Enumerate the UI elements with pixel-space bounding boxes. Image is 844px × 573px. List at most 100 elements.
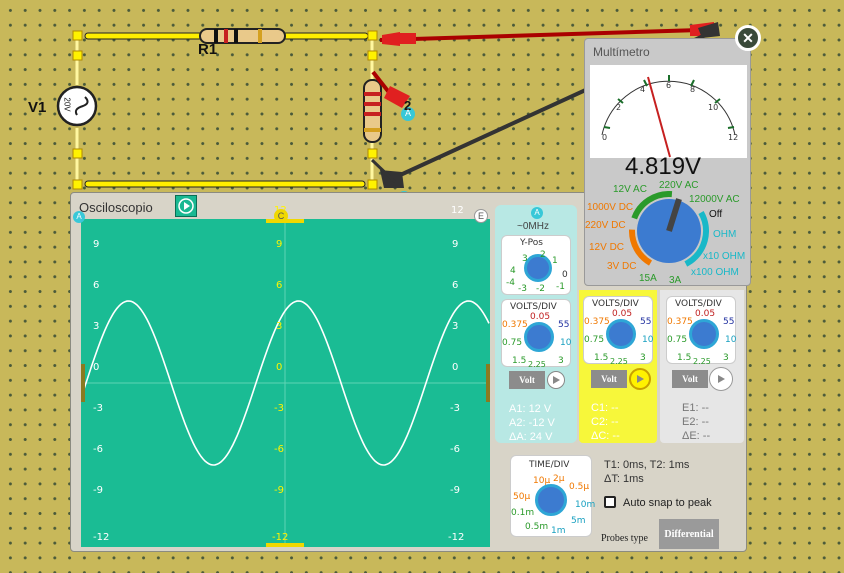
tick: 2.25 [610, 357, 628, 366]
ypos-control[interactable]: Y-Pos 3 2 1 4 0 -4 -3 -2 -1 [501, 235, 571, 295]
mode-label[interactable]: 12V DC [589, 242, 624, 253]
measurement-c1: C1: -- [591, 402, 619, 414]
play-icon [553, 376, 560, 384]
ypos-knob[interactable] [524, 254, 552, 282]
oscilloscope-screen[interactable]: 9 6 3 0 -3 -6 -9 -12 12 9 6 3 0 -3 -6 -9… [81, 205, 490, 547]
mode-label[interactable]: 220V AC [659, 180, 698, 191]
tick: 0.05 [695, 309, 716, 319]
tick: 2 [540, 250, 546, 260]
multimeter-panel[interactable]: Multímetro 0 2 4 6 8 10 12 4.819V ✕ 12V … [584, 25, 761, 286]
volts-div-knob[interactable] [689, 319, 719, 349]
tick: -9 [274, 485, 284, 496]
tick: 6 [452, 280, 459, 291]
tick: 0 [452, 362, 459, 373]
tick: 9 [452, 239, 459, 250]
play-icon [178, 198, 194, 214]
tick: -12 [448, 532, 465, 543]
tick: 0 [562, 270, 568, 280]
mode-label[interactable]: 12000V AC [689, 194, 740, 205]
measure-toggle-a[interactable] [547, 371, 565, 389]
measurement-c2: C2: -- [591, 416, 619, 428]
measure-toggle-c[interactable] [629, 368, 651, 390]
bottom-time-marker[interactable] [266, 543, 304, 547]
tick: 0.375 [584, 317, 610, 327]
tick: 0.1m [511, 508, 535, 518]
measurement-e1: E1: -- [682, 402, 709, 414]
tick: 3 [276, 321, 283, 332]
tick: 3 [723, 353, 729, 363]
probes-type-button[interactable]: Differential [659, 519, 719, 549]
close-icon[interactable]: ✕ [735, 25, 761, 51]
frequency-readout: ~0MHz [517, 221, 549, 232]
volts-div-control-e[interactable]: VOLTS/DIV 0.05 0.375 55 0.75 10 1.5 2.25… [666, 296, 737, 366]
tick: -6 [450, 444, 460, 455]
mode-label[interactable]: OHM [713, 229, 736, 240]
time-div-knob[interactable] [535, 484, 567, 516]
channel-c-marker: C [274, 209, 288, 223]
tick: 0.375 [502, 320, 528, 330]
volt-button-a[interactable]: Volt [509, 371, 545, 389]
resistor-r2[interactable] [363, 79, 382, 143]
time-div-control[interactable]: TIME/DIV 10µ 2µ 0.5µ 50µ 10m 0.1m 5m 0.5… [510, 455, 596, 537]
mode-label[interactable]: x10 OHM [703, 251, 745, 262]
volts-div-knob[interactable] [606, 319, 636, 349]
mode-label[interactable]: 15A [639, 273, 657, 284]
time-delta: ΔT: 1ms [604, 473, 644, 485]
tick: -4 [506, 278, 515, 288]
probes-type-label: Probes type [601, 533, 648, 544]
tick: -12 [93, 532, 110, 543]
volts-div-knob[interactable] [524, 322, 554, 352]
tick: 50µ [513, 492, 531, 502]
tick: 0 [93, 362, 100, 373]
tick: 6 [666, 81, 672, 90]
mode-label[interactable]: 1000V DC [587, 202, 633, 213]
mode-label[interactable]: 3V DC [607, 261, 636, 272]
tick: -3 [274, 403, 284, 414]
volt-button-e[interactable]: Volt [672, 370, 708, 388]
volts-div-title: VOLTS/DIV [510, 302, 557, 312]
channel-c-panel: VOLTS/DIV 0.05 0.375 55 0.75 10 1.5 2.25… [579, 290, 657, 443]
measure-toggle-e[interactable] [710, 368, 732, 390]
volts-div-control-a[interactable]: VOLTS/DIV 0.05 0.375 55 0.75 10 1.5 2.25… [501, 299, 571, 369]
tick: 9 [93, 239, 100, 250]
play-icon [637, 375, 644, 383]
source-value: 20V [62, 97, 72, 112]
mode-label[interactable]: x100 OHM [691, 267, 739, 278]
tick: 0.5µ [569, 482, 590, 492]
auto-snap-checkbox[interactable] [604, 496, 616, 508]
left-trigger-marker[interactable] [81, 364, 85, 402]
tick: -12 [272, 532, 289, 543]
channel-a-panel: A ~0MHz Y-Pos 3 2 1 4 0 -4 -3 -2 -1 VOLT… [495, 205, 577, 443]
measurement-a1: A1: 12 V [509, 403, 552, 415]
run-button[interactable] [175, 195, 197, 217]
tick: 0.75 [502, 338, 523, 348]
oscilloscope-title: Osciloscopio [79, 200, 153, 215]
tick: 10m [575, 500, 596, 510]
wire[interactable] [84, 32, 369, 188]
tick: 3 [640, 353, 646, 363]
measurement-e2: E2: -- [682, 416, 709, 428]
tick: 0.375 [667, 317, 693, 327]
right-trigger-marker[interactable] [486, 364, 490, 402]
tick: 1.5 [677, 353, 692, 363]
mode-label[interactable]: Off [709, 209, 722, 220]
tick: 0 [602, 133, 608, 142]
mode-label[interactable]: 3A [669, 275, 681, 286]
tick: 12 [451, 205, 464, 216]
analog-gauge [601, 75, 736, 158]
tick: 1 [552, 256, 558, 266]
mode-label[interactable]: 12V AC [613, 184, 647, 195]
tick: -9 [93, 485, 103, 496]
volt-button-c[interactable]: Volt [591, 370, 627, 388]
wire-thin[interactable] [75, 40, 374, 180]
tick: 55 [723, 317, 735, 327]
tick: -1 [556, 282, 565, 292]
measurement-delta-a: ΔA: 24 V [509, 431, 553, 443]
tick: 10 [708, 103, 719, 112]
tick: 10 [725, 335, 737, 345]
mode-label[interactable]: 220V DC [585, 220, 626, 231]
tick: 2.25 [528, 360, 546, 369]
volts-div-title: VOLTS/DIV [675, 299, 722, 309]
tick: -6 [274, 444, 284, 455]
volts-div-control-c[interactable]: VOLTS/DIV 0.05 0.375 55 0.75 10 1.5 2.25… [583, 296, 653, 366]
